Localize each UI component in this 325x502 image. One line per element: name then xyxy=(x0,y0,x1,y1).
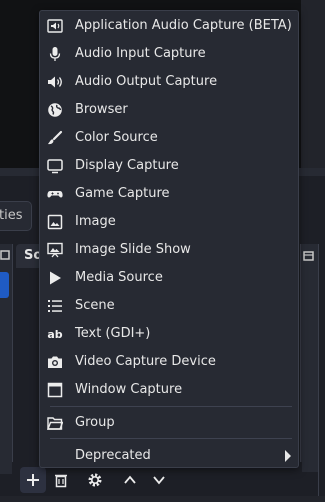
monitor-icon xyxy=(46,157,64,175)
scene-item-selected[interactable] xyxy=(0,272,9,298)
folder-icon xyxy=(46,414,64,432)
menu-item-label: Scene xyxy=(75,298,115,313)
microphone-icon xyxy=(46,45,64,63)
menu-item-label: Text (GDI+) xyxy=(75,326,151,341)
play-icon xyxy=(46,269,64,287)
menu-item-video-capture-device[interactable]: Video Capture Device xyxy=(40,348,298,376)
undock-icon[interactable] xyxy=(0,248,10,262)
text-icon-glyph: ab xyxy=(47,327,63,341)
gear-icon xyxy=(88,473,102,487)
menu-item-audio-input-capture[interactable]: Audio Input Capture xyxy=(40,40,298,68)
menu-item-audio-output-capture[interactable]: Audio Output Capture xyxy=(40,68,298,96)
menu-item-label: Audio Output Capture xyxy=(75,74,218,89)
add-source-button[interactable] xyxy=(20,467,46,493)
menu-item-label: Image Slide Show xyxy=(75,242,191,257)
menu-item-image-slide-show[interactable]: Image Slide Show xyxy=(40,236,298,264)
menu-item-text-gdi[interactable]: ab Text (GDI+) xyxy=(40,320,298,348)
menu-item-browser[interactable]: Browser xyxy=(40,96,298,124)
slideshow-icon xyxy=(46,241,64,259)
move-source-up-button[interactable] xyxy=(117,467,143,493)
menu-item-media-source[interactable]: Media Source xyxy=(40,264,298,292)
menu-item-image[interactable]: Image xyxy=(40,208,298,236)
submenu-arrow-icon xyxy=(285,450,291,462)
move-source-down-button[interactable] xyxy=(146,467,172,493)
menu-item-label: Deprecated xyxy=(75,448,151,463)
menu-item-label: Display Capture xyxy=(75,158,179,173)
menu-item-application-audio-capture[interactable]: Application Audio Capture (BETA) xyxy=(40,12,298,40)
properties-button[interactable]: ties xyxy=(0,201,32,231)
menu-item-deprecated[interactable]: Deprecated xyxy=(40,442,298,470)
scenes-dock xyxy=(0,244,13,474)
globe-icon xyxy=(46,101,64,119)
plus-icon xyxy=(27,474,39,486)
menu-item-label: Image xyxy=(75,214,116,229)
app-audio-icon xyxy=(46,17,64,35)
menu-item-group[interactable]: Group xyxy=(40,409,298,437)
menu-item-label: Game Capture xyxy=(75,186,170,201)
menu-item-color-source[interactable]: Color Source xyxy=(40,124,298,152)
dock-edge xyxy=(318,244,325,502)
paintbrush-icon xyxy=(46,129,64,147)
camera-icon xyxy=(46,353,64,371)
menu-item-label: Video Capture Device xyxy=(75,354,216,369)
source-properties-button[interactable] xyxy=(82,467,108,493)
menu-item-display-capture[interactable]: Display Capture xyxy=(40,152,298,180)
menu-item-label: Window Capture xyxy=(75,382,183,397)
menu-separator xyxy=(50,406,292,407)
gamepad-icon xyxy=(46,185,64,203)
speaker-icon xyxy=(46,73,64,91)
chevron-down-icon xyxy=(153,476,165,485)
menu-item-window-capture[interactable]: Window Capture xyxy=(40,376,298,404)
menu-item-label: Media Source xyxy=(75,270,163,285)
undock-icon[interactable] xyxy=(303,249,315,261)
image-icon xyxy=(46,213,64,231)
add-source-menu: Application Audio Capture (BETA) Audio I… xyxy=(39,10,299,468)
trash-icon xyxy=(55,474,67,488)
text-icon: ab xyxy=(46,325,64,343)
status-bar-edge xyxy=(0,496,325,502)
list-icon xyxy=(46,297,64,315)
chevron-up-icon xyxy=(124,475,136,484)
preview-side-panel xyxy=(301,0,325,168)
menu-separator xyxy=(50,438,292,439)
menu-item-label: Color Source xyxy=(75,130,158,145)
window-icon xyxy=(46,381,64,399)
menu-item-label: Audio Input Capture xyxy=(75,46,206,61)
menu-item-label: Application Audio Capture (BETA) xyxy=(75,18,292,33)
menu-item-scene[interactable]: Scene xyxy=(40,292,298,320)
menu-item-game-capture[interactable]: Game Capture xyxy=(40,180,298,208)
menu-item-label: Browser xyxy=(75,102,128,117)
menu-item-label: Group xyxy=(75,415,115,430)
remove-source-button[interactable] xyxy=(48,467,74,493)
